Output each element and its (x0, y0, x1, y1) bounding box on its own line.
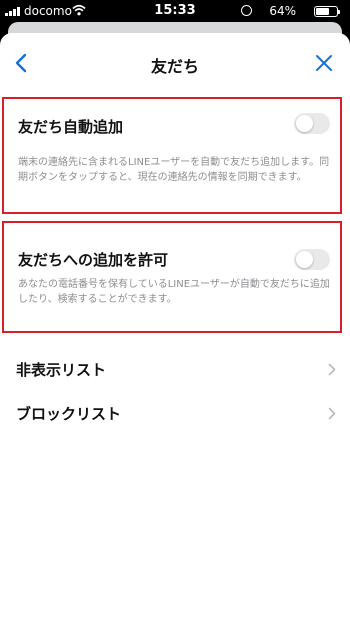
nav-bar: 友だち (0, 33, 350, 93)
auto-add-friends-section: 友だち自動追加 端末の連絡先に含まれるLINEユーザーを自動で友だち追加します。… (2, 97, 342, 214)
allow-friend-adding-toggle[interactable] (294, 249, 330, 270)
hidden-list-row[interactable]: 非表示リスト (0, 347, 350, 391)
page-title: 友だち (150, 57, 199, 76)
hidden-list-label: 非表示リスト (16, 361, 107, 379)
block-list-label: ブロックリスト (16, 405, 122, 423)
toggle-knob (296, 115, 313, 132)
chevron-right-icon (328, 363, 336, 376)
battery-percent: 64% (269, 4, 296, 18)
rotation-lock-icon (241, 5, 252, 16)
allow-friend-adding-label: 友だちへの追加を許可 (18, 251, 169, 269)
allow-friend-adding-description: あなたの電話番号を保有しているLINEユーザーが自動で友だちに追加したり、検索す… (18, 279, 330, 305)
clock: 15:33 (154, 3, 196, 18)
friends-settings-sheet: 友だち 友だち自動追加 端末の連絡先に含まれるLINEユーザーを自動で友だち追加… (0, 33, 350, 623)
allow-friend-adding-section: 友だちへの追加を許可 あなたの電話番号を保有しているLINEユーザーが自動で友だ… (2, 221, 342, 333)
block-list-row[interactable]: ブロックリスト (0, 391, 350, 435)
close-icon[interactable] (312, 51, 336, 75)
auto-add-friends-toggle[interactable] (294, 113, 330, 134)
battery-icon (314, 6, 340, 17)
toggle-knob (296, 251, 313, 268)
auto-add-friends-description: 端末の連絡先に含まれるLINEユーザーを自動で友だち追加します。同期ボタンをタッ… (18, 157, 330, 183)
chevron-right-icon (328, 407, 336, 420)
auto-add-friends-label: 友だち自動追加 (18, 118, 124, 136)
status-bar: docomo 15:33 64% (0, 0, 350, 22)
